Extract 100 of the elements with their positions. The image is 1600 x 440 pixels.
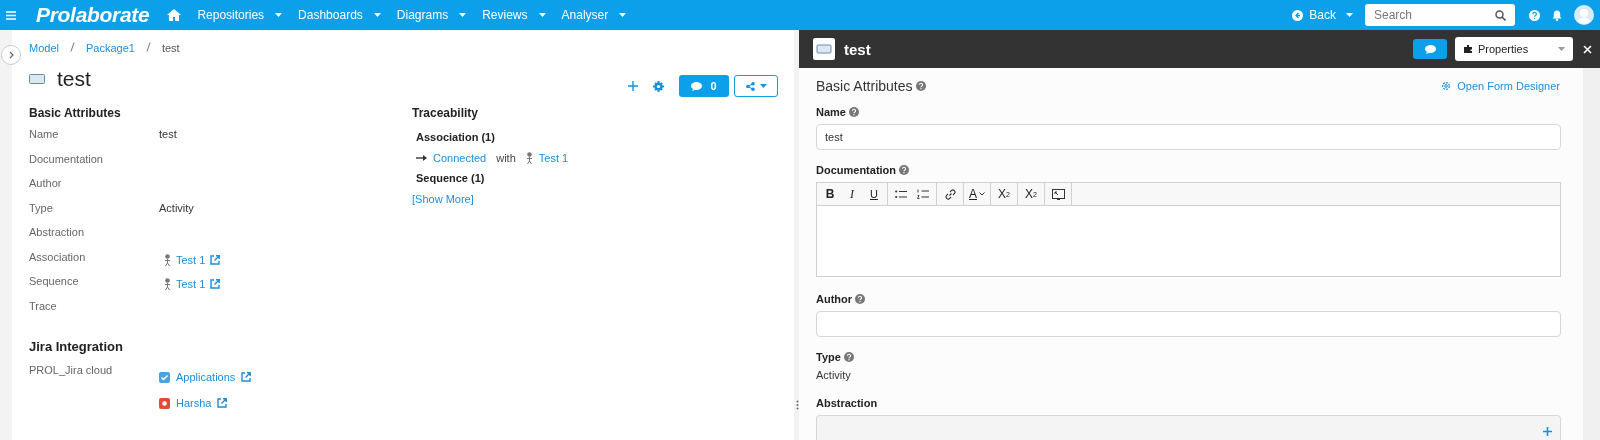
numbered-list-icon — [917, 189, 929, 199]
attribute-label: PROL_Jira cloud — [29, 363, 114, 378]
nav-menu[interactable]: Dashboards — [298, 8, 381, 22]
attribute-label: Type — [29, 200, 54, 214]
comment-button[interactable] — [1413, 39, 1447, 59]
toolbar-button[interactable]: U — [863, 183, 885, 205]
share-icon — [745, 81, 755, 91]
separator-icon — [69, 42, 75, 52]
help-icon[interactable] — [899, 165, 910, 175]
help-icon[interactable] — [843, 352, 854, 362]
gear-icon — [1441, 81, 1452, 91]
dropdown-caret-icon[interactable] — [1346, 13, 1353, 17]
attribute-value: Activity — [159, 200, 194, 214]
caret-icon — [1558, 47, 1565, 51]
attribute-value: test — [159, 127, 177, 140]
field-label: Abstraction — [816, 397, 878, 409]
chevron-right-icon — [8, 51, 14, 59]
help-icon[interactable] — [915, 81, 926, 91]
element-title: test — [57, 67, 92, 91]
element-icon — [29, 74, 45, 84]
nav-menu[interactable]: Analyser — [561, 8, 627, 22]
relation-link[interactable]: Connected — [433, 152, 487, 164]
help-icon[interactable] — [855, 294, 866, 304]
attribute-label: Author — [29, 176, 63, 189]
search-field[interactable]: Search — [1365, 4, 1515, 26]
nav-menu[interactable]: Diagrams — [396, 8, 467, 22]
link-icon — [944, 188, 956, 200]
toolbar-button[interactable]: X$^{2}$ — [1020, 183, 1042, 205]
section-title: Traceability — [412, 105, 480, 122]
settings-button[interactable] — [653, 80, 664, 92]
group-title: Association (1) — [416, 131, 496, 143]
caret-icon — [459, 13, 467, 17]
bug-icon — [159, 397, 170, 409]
section-title: Jira Integration — [29, 339, 124, 356]
toolbar-button[interactable]: I — [841, 183, 863, 205]
field-label: Type — [816, 351, 841, 363]
menu-icon — [6, 10, 16, 20]
issue-link[interactable]: Applications — [176, 371, 236, 383]
attribute-label: Sequence — [29, 274, 80, 287]
breadcrumb-link[interactable]: Package1 — [85, 42, 135, 56]
external-link-icon[interactable] — [210, 254, 221, 265]
input-field[interactable] — [816, 311, 1561, 337]
field-label: Documentation — [816, 164, 897, 176]
bell-icon[interactable] — [1552, 9, 1562, 21]
caret-icon — [538, 13, 546, 17]
task-icon — [159, 371, 170, 383]
element-link[interactable]: Test 1 — [538, 152, 569, 164]
share-button[interactable] — [734, 75, 778, 97]
gear-icon — [653, 80, 664, 92]
field-label: Name — [816, 106, 846, 118]
back-button[interactable]: Back — [1292, 8, 1336, 22]
close-icon — [1583, 44, 1592, 54]
element-link[interactable]: Test 1 — [176, 253, 206, 266]
input-field[interactable]: test — [816, 124, 1561, 150]
nav-menu[interactable]: Repositories — [197, 8, 283, 22]
issue-link[interactable]: Harsha — [176, 397, 212, 409]
nav-menu[interactable]: Reviews — [482, 8, 546, 22]
puzzle-icon — [1463, 44, 1473, 54]
field-label: Author — [816, 293, 853, 305]
home-icon[interactable] — [167, 9, 182, 21]
view-dropdown[interactable]: Properties — [1455, 37, 1573, 61]
external-link-icon[interactable] — [210, 279, 221, 289]
attribute-label: Association — [29, 249, 87, 263]
actor-icon — [164, 253, 171, 266]
resize-handle-icon[interactable] — [796, 400, 799, 410]
help-icon[interactable] — [1529, 9, 1540, 21]
element-link[interactable]: Test 1 — [176, 278, 206, 290]
group-title: Sequence (1) — [416, 172, 486, 184]
actor-icon — [164, 278, 171, 290]
plus-icon[interactable] — [1543, 426, 1552, 436]
scrollbar[interactable] — [1583, 68, 1600, 440]
bulleted-list-icon — [895, 189, 907, 199]
section-title: Basic Attributes — [29, 105, 122, 122]
caret-icon — [275, 13, 283, 17]
external-link-icon[interactable] — [217, 398, 228, 408]
form-designer-link[interactable]: Open Form Designer — [1441, 80, 1560, 92]
arrow-right-icon — [416, 155, 427, 161]
add-button[interactable] — [628, 81, 638, 91]
panel-title: test — [844, 40, 872, 58]
plus-icon — [628, 81, 638, 91]
list-field[interactable] — [816, 415, 1561, 440]
speech-bubble-icon — [691, 81, 703, 91]
avatar-icon[interactable] — [1574, 5, 1594, 25]
help-icon[interactable] — [848, 107, 859, 117]
back-arrow-icon — [1292, 9, 1304, 21]
external-link-icon[interactable] — [241, 372, 252, 382]
chevron-down-icon — [979, 192, 985, 196]
close-button[interactable] — [1583, 44, 1592, 54]
speech-bubble-icon — [1424, 44, 1436, 54]
toolbar-button[interactable]: B — [819, 183, 841, 205]
show-more-link[interactable]: [Show More] — [412, 193, 474, 205]
breadcrumb-current: test — [161, 42, 180, 56]
field-value: Activity — [816, 369, 852, 381]
breadcrumb-link[interactable]: Model — [29, 42, 59, 56]
expand-button[interactable] — [1, 45, 21, 65]
search-icon[interactable] — [1495, 10, 1506, 21]
attribute-label: Abstraction — [29, 225, 86, 238]
logo[interactable]: Prolaborate — [36, 3, 150, 27]
text-color-button[interactable]: A — [966, 183, 988, 205]
comment-button[interactable]: 0 — [679, 75, 729, 97]
